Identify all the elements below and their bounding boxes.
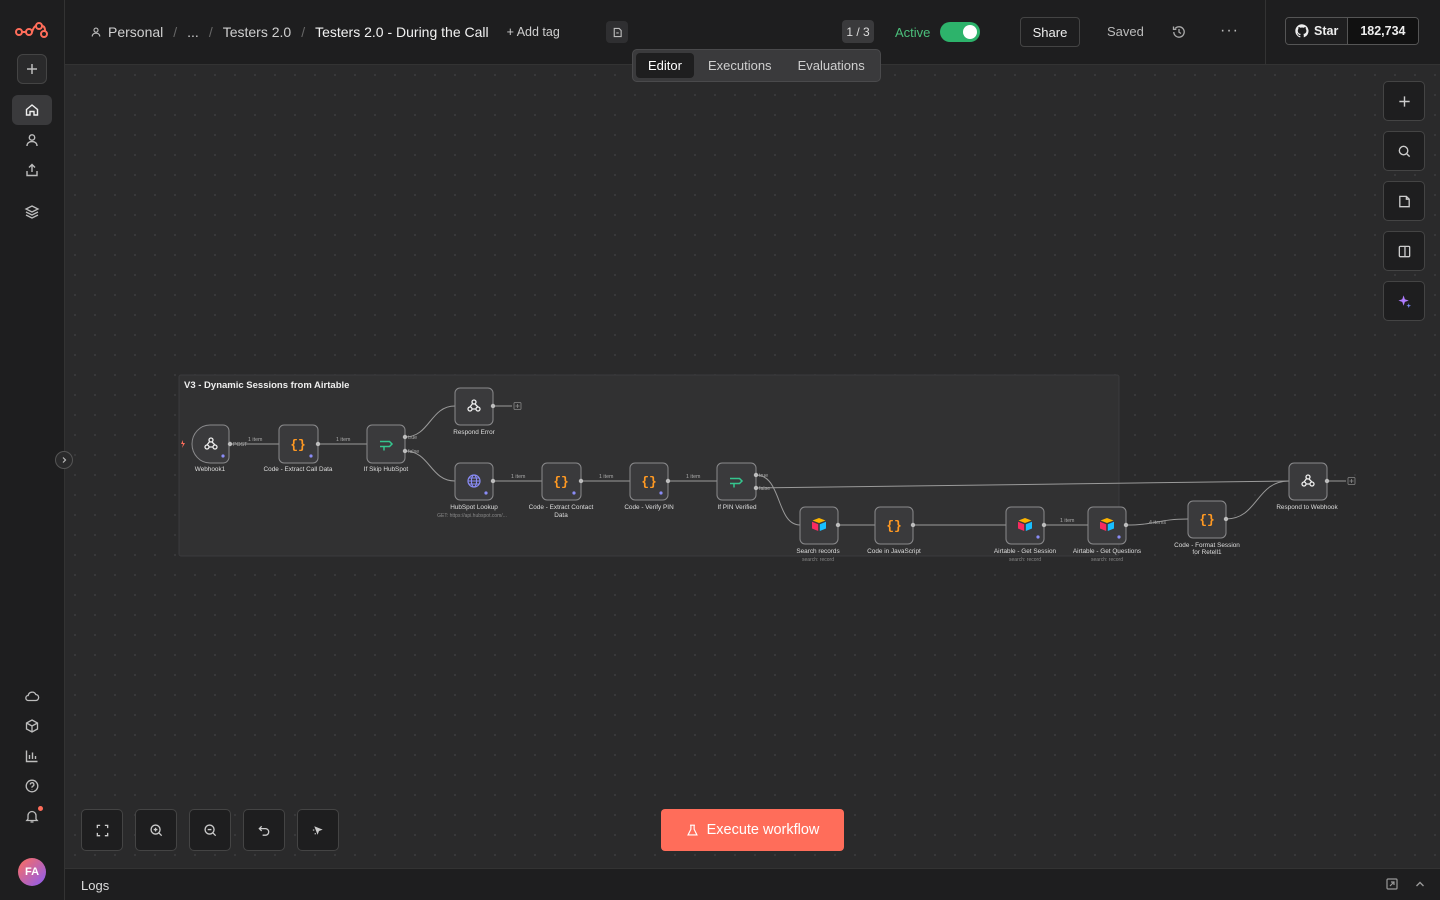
history-icon[interactable] — [1171, 24, 1187, 40]
share-button[interactable]: Share — [1020, 17, 1080, 47]
workflow-name[interactable]: Testers 2.0 - During the Call — [315, 24, 489, 40]
logs-controls — [1386, 878, 1426, 890]
logs-title: Logs — [81, 878, 110, 893]
archive-button[interactable] — [606, 21, 628, 43]
user-icon — [26, 134, 38, 147]
breadcrumb-separator: / — [301, 24, 306, 40]
popout-icon[interactable] — [1386, 878, 1398, 890]
github-icon — [1295, 24, 1309, 38]
user-icon — [91, 27, 101, 37]
create-button[interactable] — [17, 54, 47, 84]
panel-icon — [1398, 245, 1410, 257]
breadcrumb-folder[interactable]: Testers 2.0 — [223, 24, 291, 40]
breadcrumb-separator: / — [208, 24, 213, 40]
tidy-up-button[interactable] — [297, 809, 339, 851]
fit-view-button[interactable] — [81, 809, 123, 851]
cloud-icon — [25, 691, 40, 702]
header-divider — [1265, 0, 1266, 64]
active-label: Active — [895, 25, 931, 40]
fit-view-icon — [96, 824, 108, 836]
more-options-icon[interactable]: ··· — [1220, 22, 1239, 40]
add-sticky-button[interactable] — [1383, 181, 1425, 221]
archive-icon — [613, 27, 622, 37]
sparkle-icon — [1397, 294, 1411, 308]
insights-icon — [25, 750, 38, 763]
search-icon — [1398, 145, 1410, 157]
bell-icon — [25, 810, 39, 823]
breadcrumb-project[interactable]: Personal — [108, 24, 163, 40]
breadcrumb-ellipsis[interactable]: ... — [187, 24, 199, 40]
sidebar-item-notifications[interactable] — [17, 801, 47, 831]
sticky-note-icon — [1398, 195, 1410, 207]
sidebar-item-personal[interactable] — [17, 125, 47, 155]
user-avatar[interactable]: FA — [18, 858, 46, 886]
help-icon — [25, 779, 39, 793]
tab-evaluations[interactable]: Evaluations — [786, 53, 877, 78]
sidebar-item-overview[interactable] — [12, 95, 52, 125]
chevron-up-icon[interactable] — [1414, 878, 1426, 890]
execute-workflow-button[interactable]: Execute workflow — [661, 809, 844, 851]
notification-dot — [38, 806, 43, 811]
n8n-logo-icon[interactable] — [15, 20, 49, 40]
flask-icon — [686, 824, 698, 836]
workflow-canvas[interactable] — [65, 65, 1440, 868]
view-tabs: Editor Executions Evaluations — [632, 49, 881, 82]
github-star-button[interactable]: Star — [1286, 18, 1349, 44]
add-node-button[interactable] — [1383, 81, 1425, 121]
zoom-out-icon — [203, 823, 216, 836]
execute-workflow-label: Execute workflow — [706, 822, 820, 838]
share-icon — [26, 163, 38, 177]
sidebar-item-projects[interactable] — [17, 197, 47, 227]
left-sidebar: FA — [0, 0, 65, 900]
breadcrumb: Personal / ... / Testers 2.0 / Testers 2… — [90, 24, 560, 40]
tab-executions[interactable]: Executions — [696, 53, 784, 78]
chevron-right-icon — [62, 457, 67, 463]
pointer-icon — [312, 825, 323, 835]
zoom-out-button[interactable] — [189, 809, 231, 851]
sidebar-item-cloud[interactable] — [17, 681, 47, 711]
sidebar-collapse-button[interactable] — [55, 451, 73, 469]
github-star-count: 182,734 — [1348, 18, 1418, 44]
sidebar-item-shared[interactable] — [17, 155, 47, 185]
logs-panel[interactable]: Logs — [65, 868, 1440, 900]
github-star-label: Star — [1314, 24, 1339, 38]
breadcrumb-separator: / — [173, 24, 178, 40]
toggle-panel-button[interactable] — [1383, 231, 1425, 271]
saved-status: Saved — [1107, 24, 1144, 39]
sidebar-item-help[interactable] — [17, 771, 47, 801]
version-counter: 1 / 3 — [842, 20, 874, 43]
templates-icon — [25, 719, 39, 733]
search-nodes-button[interactable] — [1383, 131, 1425, 171]
sidebar-item-templates[interactable] — [17, 711, 47, 741]
tab-editor[interactable]: Editor — [636, 53, 694, 78]
home-icon — [25, 104, 39, 116]
undo-button[interactable] — [243, 809, 285, 851]
plus-icon — [1398, 95, 1410, 107]
sidebar-item-insights[interactable] — [17, 741, 47, 771]
zoom-in-button[interactable] — [135, 809, 177, 851]
layers-icon — [24, 205, 40, 219]
undo-icon — [257, 825, 269, 836]
zoom-in-icon — [149, 823, 162, 836]
add-tag-button[interactable]: + Add tag — [507, 25, 560, 39]
github-star-widget[interactable]: Star 182,734 — [1285, 17, 1419, 45]
active-toggle[interactable] — [940, 22, 980, 42]
plus-icon — [27, 64, 37, 74]
ai-assistant-button[interactable] — [1383, 281, 1425, 321]
